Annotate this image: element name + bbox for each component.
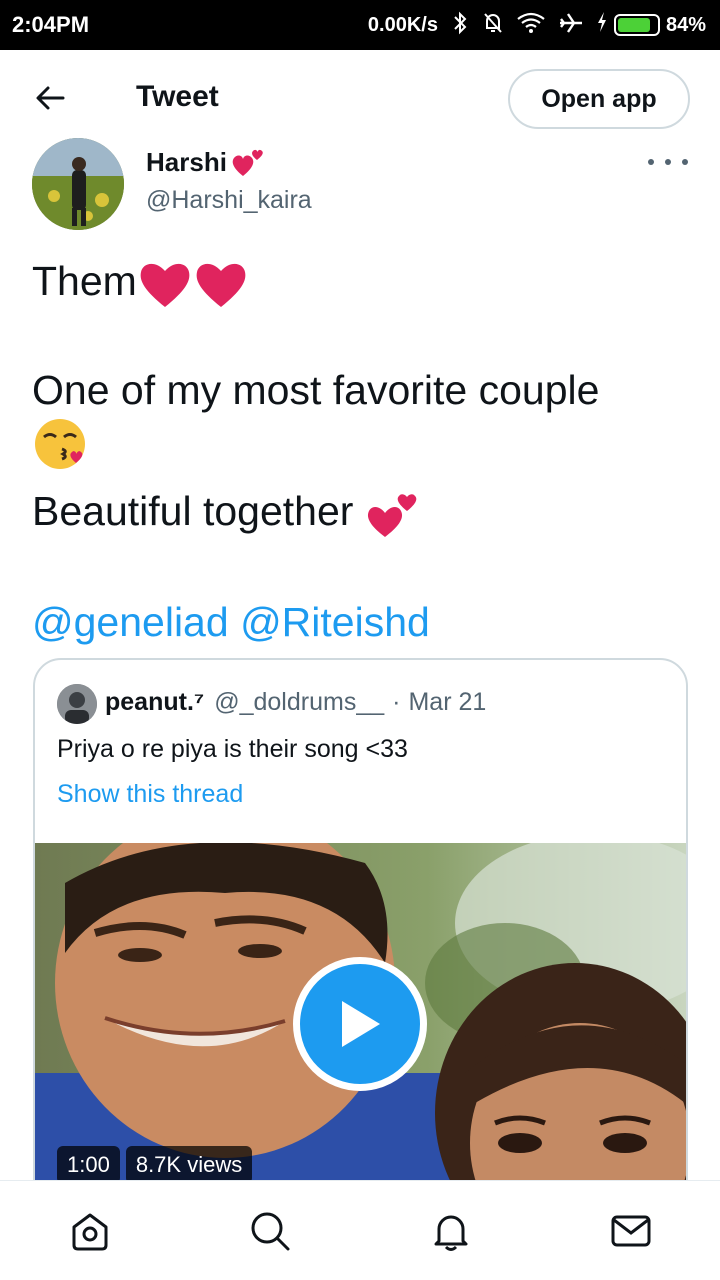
tweet-text-them: Them [32, 258, 137, 304]
messages-icon [611, 1215, 651, 1247]
notifications-icon [434, 1215, 468, 1251]
mention-link[interactable]: @Riteishd [240, 599, 430, 645]
quoted-date: Mar 21 [408, 688, 487, 716]
play-button[interactable] [293, 957, 427, 1091]
charging-icon [596, 11, 608, 39]
bottom-nav [0, 1180, 720, 1280]
status-bar: 2:04PM 0.00K/s 84% [0, 0, 720, 50]
nav-messages-button[interactable] [607, 1207, 655, 1255]
two-hearts-icon [232, 149, 263, 176]
more-dot [648, 159, 654, 165]
show-thread-link[interactable]: Show this thread [57, 780, 243, 809]
nav-home-button[interactable] [66, 1207, 114, 1255]
network-speed: 0.00K/s [367, 13, 438, 36]
open-app-button[interactable]: Open app [508, 69, 690, 129]
battery-percent: 84% [665, 13, 706, 36]
video-thumbnail[interactable]: 1:00 8.7K views [35, 843, 686, 1216]
more-options-button[interactable] [648, 150, 688, 174]
author-avatar[interactable] [32, 138, 124, 230]
quoted-text: Priya o re piya is their song <33 [57, 735, 408, 763]
quoted-tweet-card[interactable]: peanut.⁷ @_doldrums__ · Mar 21 Priya o r… [33, 658, 688, 1218]
kissing-face-icon [35, 419, 85, 470]
tweet-text: Them One of my most favorite couple Beau… [32, 254, 692, 649]
tweet-line-2: One of my most favorite couple [32, 367, 600, 414]
page-title: Tweet [136, 80, 219, 113]
more-dot [665, 159, 671, 165]
mute-icon [482, 11, 504, 39]
tweet-mentions: @geneliad @Riteishd [32, 595, 692, 649]
tweet-line-emoji [32, 417, 692, 484]
status-time: 2:04PM [12, 12, 90, 37]
quoted-author-name: peanut.⁷ [105, 688, 205, 716]
quoted-author-avatar [57, 684, 97, 724]
quoted-author-handle: @_doldrums__ [214, 688, 385, 716]
wifi-icon [516, 11, 546, 39]
tweet-line-3: Beautiful together [32, 484, 692, 541]
back-arrow-icon [36, 86, 65, 110]
home-icon [72, 1213, 108, 1251]
author-name-text: Harshi [146, 146, 227, 177]
nav-notifications-button[interactable] [427, 1207, 475, 1255]
meta-separator: · [392, 688, 401, 716]
red-heart-icon [196, 264, 246, 308]
page-header: Tweet Open app [0, 50, 720, 146]
battery-icon [613, 14, 660, 36]
nav-search-button[interactable] [246, 1207, 294, 1255]
bluetooth-icon [450, 11, 470, 39]
quoted-meta: peanut.⁷ @_doldrums__ · Mar 21 [105, 688, 486, 717]
battery-fill [617, 18, 650, 32]
search-icon [251, 1212, 290, 1251]
more-dot [682, 159, 688, 165]
view-count: 8.7K views [125, 1146, 253, 1184]
tweet-text-beautiful: Beautiful together [32, 488, 354, 535]
play-icon [342, 1001, 380, 1047]
red-heart-icon [140, 264, 190, 308]
tweet-spacer [32, 309, 692, 363]
video-duration: 1:00 [57, 1146, 120, 1184]
airplane-icon [558, 11, 584, 39]
tweet-spacer [32, 541, 692, 595]
tweet-line-1: Them [32, 254, 692, 309]
mention-link[interactable]: @geneliad [32, 599, 229, 645]
author-name[interactable]: Harshi [146, 146, 265, 178]
status-right: 0.00K/s 84% [368, 11, 706, 39]
author-handle[interactable]: @Harshi_kaira [146, 186, 312, 215]
two-hearts-icon [367, 494, 417, 538]
media-badges: 1:00 8.7K views [57, 1146, 253, 1184]
battery-indicator: 84% [596, 11, 706, 39]
back-button[interactable] [30, 78, 70, 118]
